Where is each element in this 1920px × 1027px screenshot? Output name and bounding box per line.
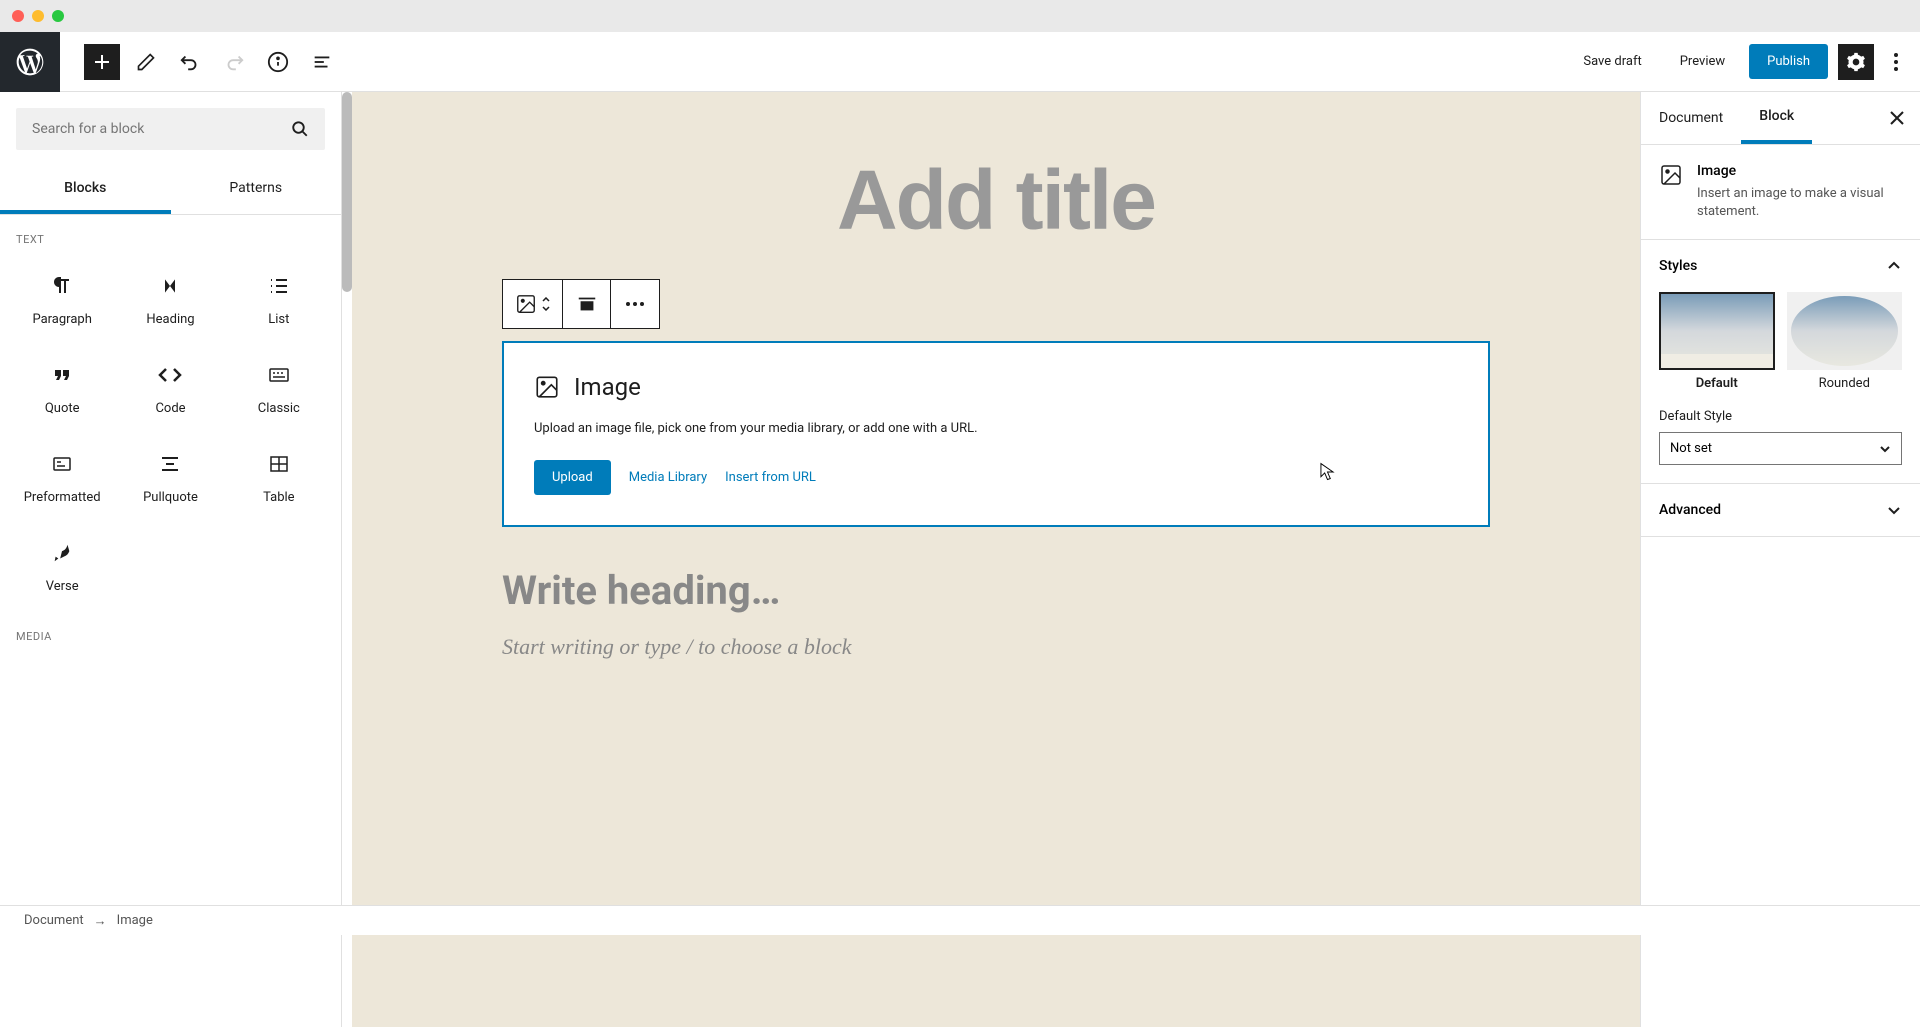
- minimize-window-button[interactable]: [32, 10, 44, 22]
- edit-mode-button[interactable]: [128, 44, 164, 80]
- tab-patterns[interactable]: Patterns: [171, 166, 342, 214]
- media-library-button[interactable]: Media Library: [629, 470, 707, 485]
- chevron-up-icon: [1886, 258, 1902, 274]
- breadcrumb: Document → Image: [0, 905, 1920, 935]
- maximize-window-button[interactable]: [52, 10, 64, 22]
- heading-icon: [158, 274, 182, 298]
- tab-block[interactable]: Block: [1741, 92, 1812, 144]
- close-window-button[interactable]: [12, 10, 24, 22]
- close-sidebar-button[interactable]: [1874, 95, 1920, 141]
- block-more-button[interactable]: [611, 280, 659, 328]
- pullquote-icon: [158, 452, 182, 476]
- breadcrumb-document[interactable]: Document: [24, 913, 84, 928]
- paragraph-block-placeholder[interactable]: Start writing or type / to choose a bloc…: [502, 634, 1490, 660]
- preview-button[interactable]: Preview: [1666, 46, 1739, 77]
- paragraph-icon: [50, 274, 74, 298]
- preformatted-icon: [50, 452, 74, 476]
- redo-button[interactable]: [216, 44, 252, 80]
- editor-canvas[interactable]: Add title Image Upload an: [342, 92, 1640, 1027]
- style-option-default[interactable]: Default: [1659, 292, 1775, 391]
- image-block-description: Upload an image file, pick one from your…: [534, 421, 1458, 436]
- advanced-panel-header[interactable]: Advanced: [1641, 484, 1920, 536]
- image-icon: [1659, 163, 1683, 187]
- search-icon: [291, 120, 309, 138]
- style-option-rounded[interactable]: Rounded: [1787, 292, 1903, 391]
- block-inserter-panel: Blocks Patterns TEXT Paragraph Heading L…: [0, 92, 342, 1027]
- block-classic[interactable]: Classic: [225, 345, 333, 434]
- tab-document[interactable]: Document: [1641, 94, 1741, 142]
- block-heading[interactable]: Heading: [116, 256, 224, 345]
- block-table[interactable]: Table: [225, 434, 333, 523]
- breadcrumb-current[interactable]: Image: [117, 913, 153, 928]
- add-block-button[interactable]: [84, 44, 120, 80]
- classic-icon: [267, 363, 291, 387]
- list-icon: [267, 274, 291, 298]
- info-button[interactable]: [260, 44, 296, 80]
- insert-from-url-button[interactable]: Insert from URL: [725, 470, 816, 485]
- tab-blocks[interactable]: Blocks: [0, 166, 171, 214]
- block-align-button[interactable]: [563, 280, 611, 328]
- more-options-button[interactable]: [1884, 44, 1908, 80]
- code-icon: [158, 363, 182, 387]
- default-style-label: Default Style: [1659, 409, 1902, 424]
- block-quote[interactable]: Quote: [8, 345, 116, 434]
- image-block-placeholder: Image Upload an image file, pick one fro…: [502, 341, 1490, 527]
- scrollbar[interactable]: [342, 92, 352, 292]
- undo-button[interactable]: [172, 44, 208, 80]
- block-pullquote[interactable]: Pullquote: [116, 434, 224, 523]
- image-icon: [534, 374, 560, 400]
- table-icon: [267, 452, 291, 476]
- quote-icon: [50, 363, 74, 387]
- save-draft-button[interactable]: Save draft: [1569, 46, 1655, 77]
- block-paragraph[interactable]: Paragraph: [8, 256, 116, 345]
- outline-button[interactable]: [304, 44, 340, 80]
- editor-top-toolbar: Save draft Preview Publish: [0, 32, 1920, 92]
- chevron-down-icon: [1879, 443, 1891, 455]
- settings-button[interactable]: [1838, 44, 1874, 80]
- breadcrumb-separator: →: [94, 913, 107, 929]
- block-verse[interactable]: Verse: [8, 523, 116, 612]
- heading-block-placeholder[interactable]: Write heading…: [502, 567, 1490, 614]
- block-code[interactable]: Code: [116, 345, 224, 434]
- block-list[interactable]: List: [225, 256, 333, 345]
- block-preformatted[interactable]: Preformatted: [8, 434, 116, 523]
- block-info-title: Image: [1697, 163, 1902, 179]
- image-block-title: Image: [574, 373, 641, 401]
- default-style-select[interactable]: Not set: [1659, 432, 1902, 465]
- category-text-label: TEXT: [0, 215, 341, 256]
- settings-sidebar: Document Block Image Insert an image to …: [1640, 92, 1920, 1027]
- block-info-description: Insert an image to make a visual stateme…: [1697, 185, 1902, 221]
- upload-button[interactable]: Upload: [534, 460, 611, 495]
- window-titlebar: [0, 0, 1920, 32]
- styles-panel-header[interactable]: Styles: [1641, 240, 1920, 292]
- block-type-button[interactable]: [503, 280, 563, 328]
- publish-button[interactable]: Publish: [1749, 44, 1828, 79]
- post-title-input[interactable]: Add title: [352, 152, 1640, 249]
- block-toolbar: [502, 279, 660, 329]
- wordpress-logo-button[interactable]: [0, 32, 60, 92]
- block-search-box[interactable]: [16, 108, 325, 150]
- chevron-down-icon: [1886, 502, 1902, 518]
- block-search-input[interactable]: [32, 121, 291, 137]
- verse-icon: [50, 541, 74, 565]
- category-media-label: MEDIA: [0, 612, 341, 653]
